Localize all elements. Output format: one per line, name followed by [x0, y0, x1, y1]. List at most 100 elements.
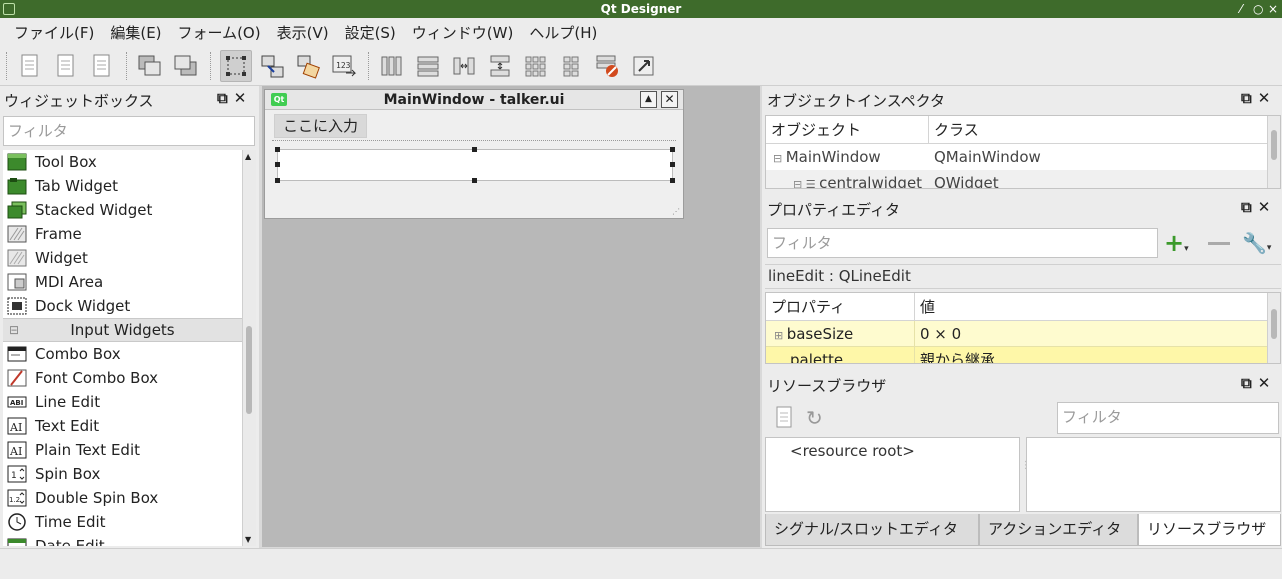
form-window[interactable]: Qt MainWindow - talker.ui ▲ ✕ ここに入力 ⋰ — [264, 89, 684, 219]
resize-handle[interactable] — [670, 147, 675, 152]
resize-handle[interactable] — [275, 178, 280, 183]
resize-handle[interactable] — [670, 178, 675, 183]
collapse-icon[interactable]: ⊟ — [773, 152, 786, 165]
tab-resource-browser[interactable]: リソースブラウザ — [1138, 514, 1281, 546]
property-table-scrollbar[interactable] — [1267, 293, 1280, 363]
col-object[interactable]: オブジェクト — [766, 116, 929, 143]
menu-view[interactable]: 表示(V) — [269, 22, 337, 43]
menu-form[interactable]: フォーム(O) — [170, 22, 269, 43]
close-icon[interactable]: × — [1268, 0, 1278, 18]
property-filter-input[interactable]: フィルタ — [767, 228, 1158, 258]
expand-icon[interactable]: ⊞ — [774, 329, 787, 342]
add-dynamic-property-icon[interactable]: +▾ — [1164, 230, 1189, 262]
list-item[interactable]: Tool Box — [3, 150, 242, 174]
list-item[interactable]: Tab Widget — [3, 174, 242, 198]
menu-help[interactable]: ヘルプ(H) — [521, 22, 605, 43]
col-value[interactable]: 値 — [915, 293, 935, 320]
lay-out-horizontally-icon[interactable] — [376, 50, 408, 82]
edit-signals-slots-icon[interactable] — [256, 50, 288, 82]
list-item[interactable]: Combo Box — [3, 342, 242, 366]
scroll-down-icon[interactable]: ▼ — [245, 535, 251, 544]
list-item[interactable]: Frame — [3, 222, 242, 246]
collapse-icon[interactable]: ⊟ — [793, 178, 806, 188]
tree-row[interactable]: ⊟ ☰ centralwidget QWidget — [766, 170, 1280, 188]
category-input-widgets[interactable]: ⊟ Input Widgets — [3, 318, 242, 342]
edit-widgets-icon[interactable] — [220, 50, 252, 82]
size-grip-icon[interactable]: ⋰ — [672, 207, 680, 216]
configure-icon[interactable]: 🔧▾ — [1242, 231, 1271, 255]
close-icon[interactable]: ✕ — [1258, 89, 1271, 107]
list-item[interactable]: AI Text Edit — [3, 414, 242, 438]
send-to-back-icon[interactable] — [170, 50, 202, 82]
list-item[interactable]: Widget — [3, 246, 242, 270]
list-item[interactable]: MDI Area — [3, 270, 242, 294]
col-property[interactable]: プロパティ — [766, 293, 915, 320]
line-edit-widget[interactable] — [277, 149, 673, 181]
lay-out-in-form-icon[interactable] — [556, 50, 588, 82]
list-item[interactable]: Dock Widget — [3, 294, 242, 318]
maximize-icon[interactable]: ▲ — [640, 91, 657, 108]
close-icon[interactable]: ✕ — [234, 89, 247, 107]
resource-filter-input[interactable]: フィルタ — [1057, 402, 1279, 434]
new-form-icon[interactable] — [14, 50, 46, 82]
col-class[interactable]: クラス — [929, 116, 979, 143]
resize-handle[interactable] — [275, 162, 280, 167]
list-item[interactable]: Time Edit — [3, 510, 242, 534]
maximize-icon[interactable]: ○ — [1253, 0, 1263, 18]
vertical-splitter-icon[interactable] — [484, 50, 516, 82]
list-item[interactable]: Stacked Widget — [3, 198, 242, 222]
list-item[interactable]: Date Edit — [3, 534, 242, 546]
resource-root-item[interactable]: <resource root> — [766, 438, 1019, 460]
edit-tab-order-icon[interactable]: 123 — [328, 50, 360, 82]
form-title-bar[interactable]: Qt MainWindow - talker.ui ▲ ✕ — [265, 90, 683, 110]
list-item[interactable]: Font Combo Box — [3, 366, 242, 390]
list-item[interactable]: 1 Spin Box — [3, 462, 242, 486]
menu-window[interactable]: ウィンドウ(W) — [404, 22, 522, 43]
scroll-up-icon[interactable]: ▲ — [245, 152, 251, 161]
scrollbar-thumb[interactable] — [1271, 130, 1277, 160]
float-icon[interactable]: ⧉ — [1241, 198, 1252, 216]
save-form-icon[interactable] — [86, 50, 118, 82]
open-form-icon[interactable] — [50, 50, 82, 82]
widget-list-scrollbar[interactable]: ▲ ▼ — [242, 150, 256, 546]
lay-out-in-grid-icon[interactable] — [520, 50, 552, 82]
bring-to-front-icon[interactable] — [134, 50, 166, 82]
float-icon[interactable]: ⧉ — [217, 89, 228, 107]
menu-settings[interactable]: 設定(S) — [337, 22, 404, 43]
minimize-icon[interactable]: ⁄ — [1240, 0, 1242, 18]
edit-buddies-icon[interactable] — [292, 50, 324, 82]
list-item[interactable]: AI Plain Text Edit — [3, 438, 242, 462]
close-icon[interactable]: ✕ — [1258, 198, 1271, 216]
menu-file[interactable]: ファイル(F) — [6, 22, 102, 43]
property-row[interactable]: palette 親から継承 — [766, 347, 1280, 363]
property-row[interactable]: ⊞ baseSize 0 × 0 — [766, 321, 1280, 347]
close-icon[interactable]: ✕ — [661, 91, 678, 108]
lay-out-vertically-icon[interactable] — [412, 50, 444, 82]
resize-handle[interactable] — [472, 178, 477, 183]
scrollbar-thumb[interactable] — [1271, 309, 1277, 339]
float-icon[interactable]: ⧉ — [1241, 89, 1252, 107]
list-item[interactable]: 1.2 Double Spin Box — [3, 486, 242, 510]
collapse-icon[interactable]: ⊟ — [9, 319, 19, 341]
resize-handle[interactable] — [670, 162, 675, 167]
list-item[interactable]: ABI Line Edit — [3, 390, 242, 414]
tree-row[interactable]: ⊟ MainWindow QMainWindow — [766, 144, 1280, 170]
remove-property-icon[interactable] — [1208, 242, 1230, 245]
tab-action-editor[interactable]: アクションエディタ — [979, 514, 1138, 546]
adjust-size-icon[interactable] — [628, 50, 660, 82]
tab-signal-slot-editor[interactable]: シグナル/スロットエディタ — [765, 514, 979, 546]
widget-box-filter-input[interactable]: フィルタ — [3, 116, 255, 146]
close-icon[interactable]: ✕ — [1258, 374, 1271, 392]
horizontal-splitter-icon[interactable] — [448, 50, 480, 82]
float-icon[interactable]: ⧉ — [1241, 374, 1252, 392]
resize-handle[interactable] — [275, 147, 280, 152]
object-tree: オブジェクト クラス ⊟ MainWindow QMainWindow ⊟ ☰ … — [765, 115, 1281, 189]
reload-icon[interactable]: ↻ — [806, 406, 823, 430]
menu-edit[interactable]: 編集(E) — [102, 22, 169, 43]
scrollbar-thumb[interactable] — [246, 326, 252, 414]
break-layout-icon[interactable] — [592, 50, 624, 82]
menu-type-here[interactable]: ここに入力 — [274, 114, 368, 138]
object-tree-scrollbar[interactable] — [1267, 116, 1280, 188]
resize-handle[interactable] — [472, 147, 477, 152]
edit-resources-icon[interactable] — [774, 406, 794, 432]
